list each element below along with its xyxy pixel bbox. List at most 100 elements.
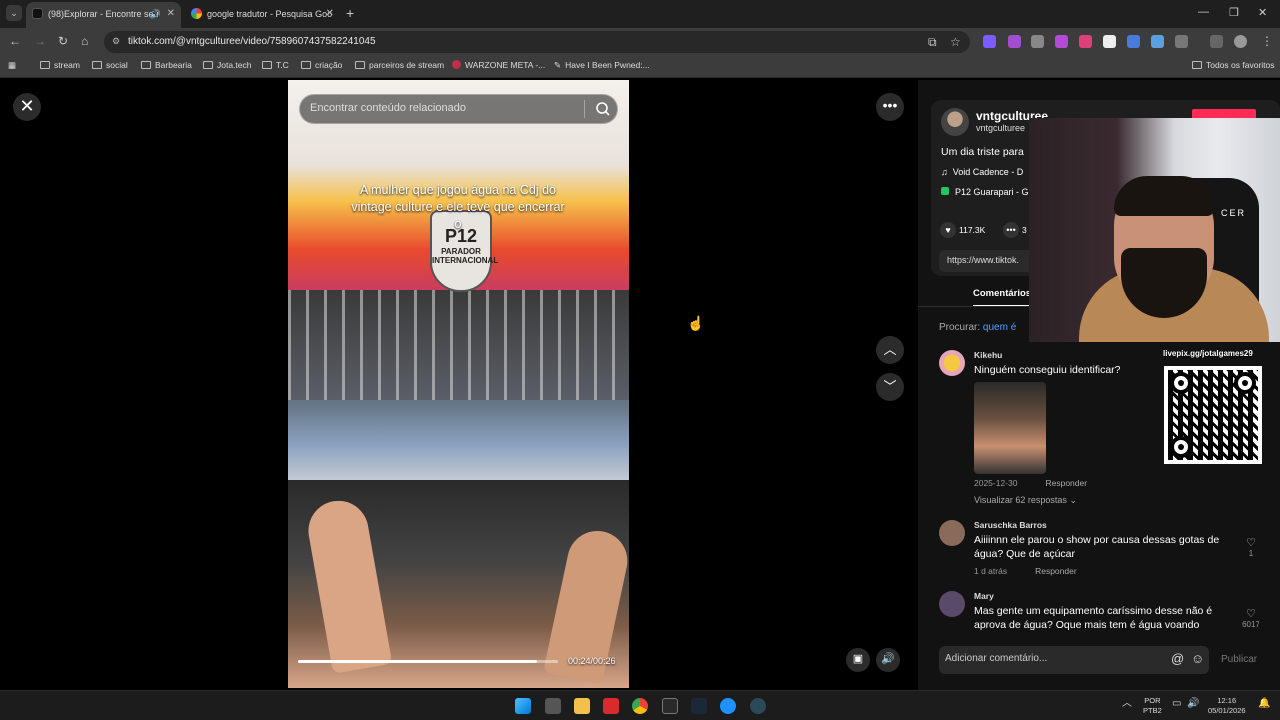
extensions-puzzle-icon[interactable]	[1175, 35, 1188, 48]
network-icon[interactable]: ▭	[1172, 699, 1181, 709]
epic-games-icon[interactable]	[662, 698, 678, 714]
commenter-name[interactable]: Mary	[974, 591, 994, 601]
app-icon[interactable]	[603, 698, 619, 714]
home-icon[interactable]: ⌂	[81, 34, 88, 48]
bookmark-folder[interactable]: Barbearia	[141, 60, 192, 70]
more-options-icon[interactable]: •••	[876, 93, 904, 121]
publish-button[interactable]: Publicar	[1221, 654, 1257, 665]
bookmark-label: stream	[54, 60, 80, 70]
comment-count[interactable]: ••• 3	[1003, 222, 1027, 238]
minimize-icon[interactable]: —	[1198, 6, 1209, 18]
close-video-button[interactable]: ✕	[13, 93, 41, 121]
commenter-name[interactable]: Kikehu	[974, 350, 1002, 360]
tab-search-button[interactable]: ⌄	[6, 5, 22, 21]
tab-tiktok[interactable]: (98)Explorar - Encontre seu 🔊 ✕	[26, 2, 181, 28]
next-video-chevron-down-icon[interactable]: ﹀	[876, 373, 904, 401]
close-tab-icon[interactable]: ✕	[167, 2, 175, 26]
clock[interactable]: 12:16 05/01/2026	[1208, 696, 1246, 716]
site-info-icon[interactable]: ⚙	[112, 36, 124, 48]
related-search-box[interactable]	[299, 94, 618, 124]
file-explorer-icon[interactable]	[574, 698, 590, 714]
related-search-input[interactable]	[310, 102, 578, 114]
reload-icon[interactable]: ↻	[58, 34, 68, 48]
extension-icon[interactable]	[1008, 35, 1021, 48]
comment-input[interactable]	[945, 653, 1165, 664]
apps-grid-icon[interactable]: ▦	[8, 60, 16, 71]
close-tab-icon[interactable]: ✕	[326, 2, 334, 26]
comment-composer[interactable]: @ ☺	[939, 646, 1209, 674]
commenter-name[interactable]: Saruschka Barros	[974, 520, 1047, 530]
reply-link[interactable]: Responder	[1035, 566, 1077, 576]
extension-icon[interactable]	[1127, 35, 1140, 48]
app-icon[interactable]	[750, 698, 766, 714]
commenter-avatar[interactable]	[939, 350, 965, 376]
extension-icon[interactable]	[1055, 35, 1068, 48]
forward-icon[interactable]: →	[34, 34, 46, 48]
battlenet-icon[interactable]	[720, 698, 736, 714]
view-replies-link[interactable]: Visualizar 62 respostas ⌄	[974, 495, 1077, 506]
back-icon[interactable]: ←	[9, 34, 21, 48]
bookmark-link[interactable]: WARZONE META -...	[452, 60, 545, 70]
address-bar[interactable]: ⚙ tiktok.com/@vntgculturee/video/7589607…	[104, 31, 970, 53]
comment-text: Aiiiinnn ele parou o show por causa dess…	[974, 534, 1220, 560]
folder-icon	[141, 61, 151, 69]
language-indicator[interactable]: POR PTB2	[1143, 696, 1162, 716]
chair-brand-text: CER	[1221, 208, 1247, 218]
notifications-icon[interactable]: 🔔	[1258, 699, 1270, 709]
bookmark-folder[interactable]: social	[92, 60, 128, 70]
mention-icon[interactable]: @	[1171, 651, 1184, 666]
music-link[interactable]: ♫ Void Cadence - D	[941, 167, 1023, 177]
speaker-icon[interactable]: 🔊	[1187, 699, 1199, 709]
bookmark-folder[interactable]: criação	[301, 60, 342, 70]
extension-icon[interactable]	[983, 35, 996, 48]
comment-image[interactable]	[974, 382, 1046, 474]
bookmark-link[interactable]: ✎ Have I Been Pwned:...	[554, 60, 650, 71]
bookmark-folder[interactable]: T.C	[262, 60, 289, 70]
bookmark-star-icon[interactable]: ☆	[950, 35, 961, 49]
reply-link[interactable]: Responder	[1045, 478, 1087, 488]
volume-icon[interactable]: 🔊	[876, 648, 900, 672]
video[interactable]: P12 PARADOR INTERNACIONAL A mulher que jo…	[288, 80, 629, 688]
suggested-search[interactable]: Procurar: quem é	[939, 322, 1016, 333]
speaker-icon[interactable]: 🔊	[150, 2, 161, 26]
search-icon[interactable]	[593, 99, 613, 119]
folder-icon	[40, 61, 50, 69]
chrome-icon[interactable]	[632, 698, 648, 714]
sidebar-icon[interactable]	[1210, 35, 1223, 48]
tab-google[interactable]: google tradutor - Pesquisa Goo ✕	[185, 2, 340, 28]
browser-menu-icon[interactable]: ⋮	[1261, 34, 1273, 48]
bookmark-label: Have I Been Pwned:...	[565, 60, 650, 70]
commenter-avatar[interactable]	[939, 591, 965, 617]
video-caption: A mulher que jogou água na Cdj do vintag…	[351, 183, 565, 231]
bookmark-folder[interactable]: stream	[40, 60, 80, 70]
task-view-icon[interactable]	[545, 698, 561, 714]
extension-icon[interactable]	[1031, 35, 1044, 48]
emoji-icon[interactable]: ☺	[1191, 651, 1204, 666]
bookmark-folder[interactable]: Jota.tech	[203, 60, 252, 70]
close-window-icon[interactable]: ✕	[1258, 6, 1267, 19]
install-app-icon[interactable]: ⧉	[928, 35, 937, 50]
profile-avatar-icon[interactable]	[1234, 35, 1247, 48]
extension-icon[interactable]	[1103, 35, 1116, 48]
like-count[interactable]: ♥ 117.3K	[940, 222, 985, 238]
new-tab-button[interactable]: +	[346, 5, 354, 21]
location-link[interactable]: P12 Guarapari - Gu	[941, 187, 1034, 197]
all-bookmarks-folder[interactable]: Todos os favoritos	[1192, 60, 1275, 70]
author-avatar[interactable]	[941, 108, 969, 136]
tab-comments[interactable]: Comentários	[973, 288, 1032, 307]
tray-chevron-up-icon[interactable]: ︿	[1122, 699, 1132, 709]
folder-icon	[92, 61, 102, 69]
steam-icon[interactable]	[691, 698, 707, 714]
qr-finder	[1234, 372, 1256, 394]
extension-icon[interactable]	[1079, 35, 1092, 48]
comment-like-button[interactable]: ♡ 1	[1242, 536, 1260, 558]
commenter-avatar[interactable]	[939, 520, 965, 546]
previous-video-chevron-up-icon[interactable]: ︿	[876, 336, 904, 364]
video-progress-bar[interactable]	[298, 660, 558, 663]
extension-icon[interactable]	[1151, 35, 1164, 48]
start-windows-icon[interactable]	[515, 698, 531, 714]
floating-player-icon[interactable]: ▣	[846, 648, 870, 672]
comment-like-button[interactable]: ♡ 6017	[1242, 607, 1259, 629]
bookmark-folder[interactable]: parceiros de stream	[355, 60, 444, 70]
restore-icon[interactable]: ❐	[1229, 6, 1239, 19]
